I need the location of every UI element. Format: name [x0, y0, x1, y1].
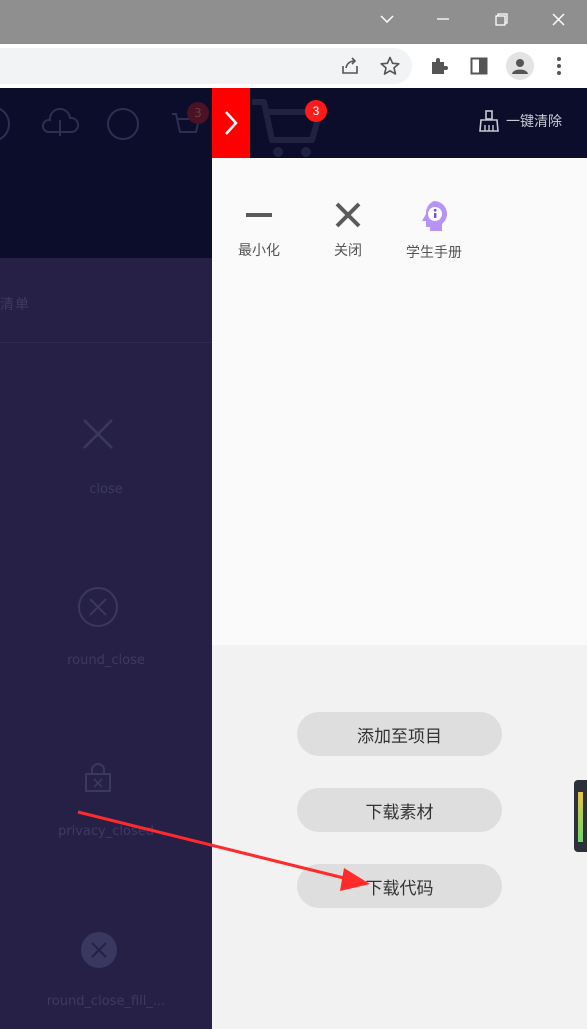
annotation-arrow	[77, 810, 370, 891]
